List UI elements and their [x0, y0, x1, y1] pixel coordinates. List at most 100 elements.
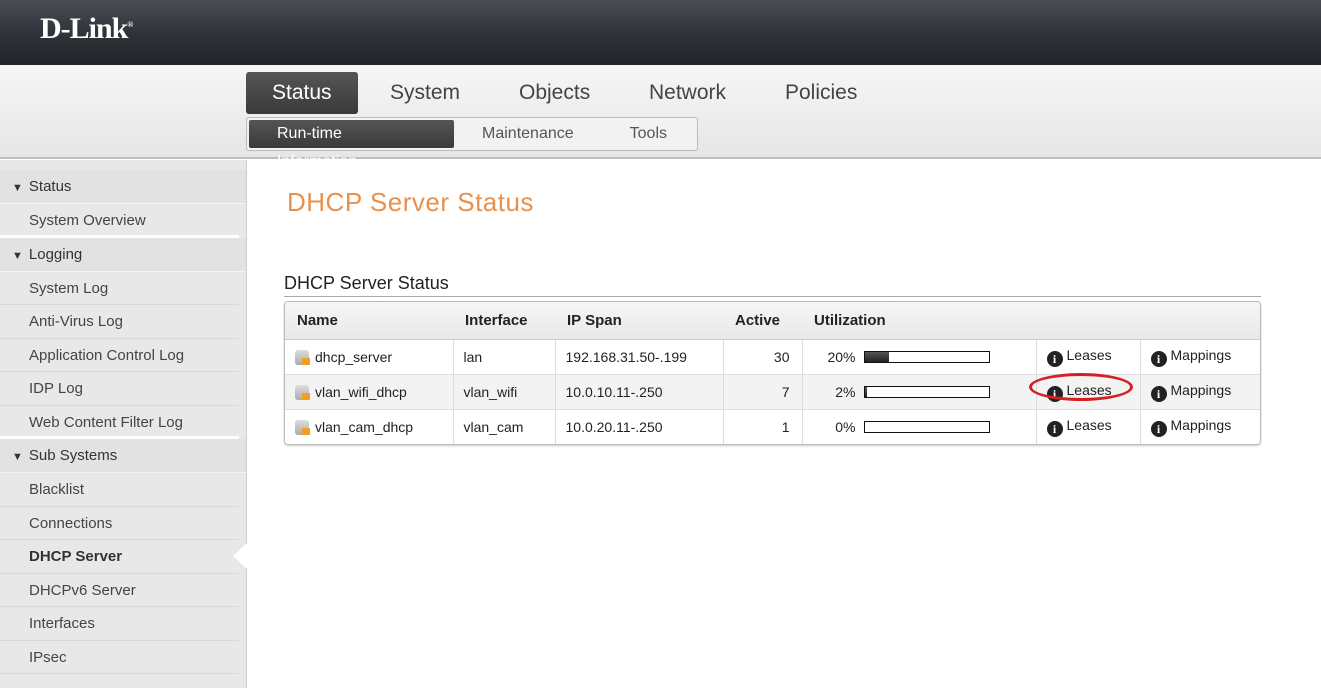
- subtab-maintenance[interactable]: Maintenance: [454, 120, 602, 148]
- cell-name: vlan_wifi_dhcp: [285, 374, 454, 410]
- dhcp-server-icon: [295, 384, 310, 400]
- info-icon: i: [1046, 420, 1063, 437]
- tab-status[interactable]: Status: [246, 72, 358, 114]
- sidebar-item-ipsec[interactable]: IPsec: [0, 640, 239, 674]
- highlight-circle: [1028, 372, 1133, 401]
- cell-name: dhcp_server: [285, 339, 454, 375]
- section-label: Status: [28, 178, 72, 195]
- leases-link[interactable]: i Leases: [1046, 416, 1112, 437]
- col-utilization: Utilization: [802, 302, 1260, 340]
- sidebar-item-anti-virus-log[interactable]: Anti-Virus Log: [0, 305, 239, 339]
- subtab-tools[interactable]: Tools: [602, 120, 695, 148]
- server-name: vlan_wifi_dhcp: [315, 383, 407, 400]
- leases-link[interactable]: i Leases: [1046, 346, 1112, 367]
- tab-objects[interactable]: Objects: [493, 72, 616, 114]
- leases-label: Leases: [1066, 416, 1112, 433]
- main-nav: Status System Objects Network Policies R…: [0, 65, 1321, 170]
- server-name: vlan_cam_dhcp: [315, 418, 414, 435]
- info-icon: i: [1046, 350, 1063, 367]
- cell-name: vlan_cam_dhcp: [285, 409, 454, 444]
- sidebar-section-sub-systems[interactable]: ▼ Sub Systems: [0, 439, 246, 473]
- section-label: Logging: [28, 245, 83, 263]
- cell-leases: i Leases: [1036, 409, 1141, 444]
- server-name: dhcp_server: [315, 348, 393, 365]
- table-header: Name Interface IP Span Active Utilizatio…: [285, 302, 1260, 340]
- utilization-fill: [864, 386, 867, 397]
- sidebar-item-web-content-filter-log[interactable]: Web Content Filter Log: [0, 405, 239, 439]
- sidebar-item-dhcp-server[interactable]: DHCP Server: [0, 540, 247, 574]
- sidebar-item-label: DHCP Server: [29, 548, 123, 565]
- subtab-runtime-information[interactable]: Run-time Information: [249, 120, 455, 170]
- sidebar-item-idp-log[interactable]: IDP Log: [0, 372, 239, 406]
- cell-leases: i Leases: [1028, 372, 1141, 410]
- sub-tabs: Run-time Information Maintenance Tools: [246, 117, 698, 170]
- table-row: vlan_cam_dhcp vlan_cam 10.0.20.11-.250 1…: [285, 409, 1260, 444]
- table-row: vlan_wifi_dhcp vlan_wifi 10.0.10.11-.250…: [285, 372, 1260, 410]
- info-icon: i: [1150, 350, 1167, 367]
- info-icon: i: [1150, 420, 1167, 437]
- cell-active: 1: [723, 409, 803, 444]
- dhcp-status-table: Name Interface IP Span Active Utilizatio…: [284, 301, 1261, 445]
- col-active: Active: [723, 302, 802, 340]
- mappings-link[interactable]: i Mappings: [1150, 346, 1232, 367]
- sidebar-section-status[interactable]: ▼ Status: [0, 170, 246, 204]
- mappings-link[interactable]: i Mappings: [1150, 381, 1232, 402]
- selected-pointer-icon: [233, 543, 247, 569]
- mappings-label: Mappings: [1170, 416, 1232, 433]
- cell-interface: vlan_wifi: [453, 374, 556, 410]
- utilization-bar: [863, 350, 990, 363]
- collapse-triangle-icon: ▼: [12, 451, 23, 463]
- cell-mappings: i Mappings: [1140, 374, 1260, 410]
- dlink-logo[interactable]: D-Link®: [40, 12, 133, 46]
- cell-ip-span: 192.168.31.50-.199: [555, 339, 724, 375]
- leases-label: Leases: [1066, 346, 1112, 363]
- section-title: DHCP Server Status: [284, 273, 1261, 297]
- col-name: Name: [285, 302, 453, 340]
- cell-utilization: 2%: [802, 374, 1037, 410]
- mappings-link[interactable]: i Mappings: [1150, 416, 1232, 437]
- table-row: dhcp_server lan 192.168.31.50-.199 30 20…: [285, 339, 1260, 375]
- info-icon: i: [1150, 385, 1167, 402]
- collapse-triangle-icon: ▼: [12, 249, 23, 262]
- cell-ip-span: 10.0.10.11-.250: [555, 374, 724, 410]
- tab-policies[interactable]: Policies: [759, 72, 883, 114]
- cell-interface: vlan_cam: [453, 409, 556, 444]
- utilization-label: 2%: [835, 383, 856, 400]
- section-label: Sub Systems: [28, 447, 118, 464]
- cell-active: 30: [723, 339, 803, 375]
- sidebar-item-dhcpv6-server[interactable]: DHCPv6 Server: [0, 573, 239, 607]
- collapse-triangle-icon: ▼: [12, 182, 23, 194]
- col-ip-span: IP Span: [555, 302, 723, 340]
- utilization-label: 20%: [827, 348, 856, 365]
- header-bar: D-Link®: [0, 0, 1321, 65]
- tab-network[interactable]: Network: [623, 72, 752, 114]
- sidebar-item-system-overview[interactable]: System Overview: [0, 204, 239, 238]
- cell-ip-span: 10.0.20.11-.250: [555, 409, 724, 444]
- sidebar: ▼ Status System Overview ▼ Logging System …: [0, 160, 247, 688]
- dhcp-server-icon: [295, 349, 310, 365]
- cell-utilization: 20%: [802, 339, 1037, 375]
- cell-mappings: i Mappings: [1140, 339, 1260, 375]
- sidebar-item-blacklist[interactable]: Blacklist: [0, 473, 239, 507]
- utilization-label: 0%: [835, 418, 856, 435]
- utilization-bar: [863, 385, 990, 398]
- sidebar-item-connections[interactable]: Connections: [0, 506, 239, 540]
- cell-interface: lan: [453, 339, 556, 375]
- mappings-label: Mappings: [1170, 381, 1232, 398]
- leases-link[interactable]: i Leases: [1028, 372, 1133, 402]
- sidebar-item-system-log[interactable]: System Log: [0, 271, 239, 305]
- cell-active: 7: [723, 374, 803, 410]
- logo-text: D-Link: [40, 12, 128, 45]
- tab-system[interactable]: System: [364, 72, 486, 114]
- sidebar-section-logging[interactable]: ▼ Logging: [0, 237, 246, 272]
- cell-mappings: i Mappings: [1140, 409, 1260, 444]
- cell-leases: i Leases: [1036, 339, 1141, 375]
- page-title: DHCP Server Status: [287, 187, 534, 217]
- mappings-label: Mappings: [1170, 346, 1232, 363]
- cell-utilization: 0%: [802, 409, 1037, 444]
- utilization-bar: [863, 420, 990, 433]
- dhcp-server-icon: [295, 419, 310, 435]
- col-interface: Interface: [453, 302, 555, 340]
- sidebar-item-application-control-log[interactable]: Application Control Log: [0, 338, 239, 372]
- sidebar-item-interfaces[interactable]: Interfaces: [0, 607, 239, 641]
